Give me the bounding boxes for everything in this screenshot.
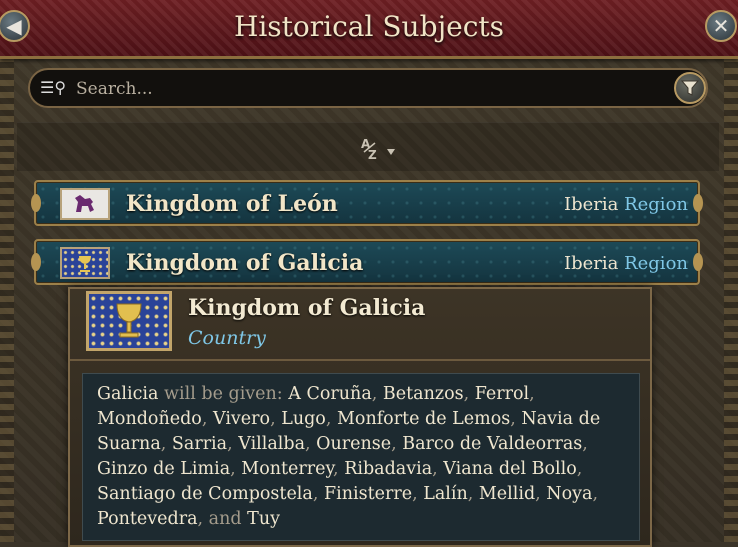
search-bar: ☰⚲ bbox=[28, 68, 708, 108]
separator: , bbox=[463, 384, 475, 404]
place-name: Mellid bbox=[478, 484, 536, 504]
place-name: Villalba bbox=[238, 434, 306, 454]
region-link[interactable]: Region bbox=[624, 194, 688, 215]
region-name: Iberia bbox=[563, 194, 619, 215]
separator: , bbox=[305, 434, 317, 454]
separator: , bbox=[325, 409, 337, 429]
separator: , bbox=[535, 484, 547, 504]
tooltip-title: Kingdom of Galicia bbox=[188, 295, 426, 321]
place-name: Betanzos bbox=[382, 384, 464, 404]
place-name: Ferrol bbox=[474, 384, 530, 404]
place-name: Monforte de Lemos bbox=[336, 409, 511, 429]
place-list: A Coruña, Betanzos, Ferrol, Mondoñedo, V… bbox=[97, 384, 600, 529]
subject-region: Iberia Region bbox=[564, 253, 688, 274]
separator: , bbox=[576, 459, 583, 479]
place-name: Viana del Bollo bbox=[443, 459, 577, 479]
place-name: Noya bbox=[546, 484, 593, 504]
left-border-ornament bbox=[0, 56, 14, 542]
search-input[interactable] bbox=[74, 76, 638, 102]
separator: , bbox=[371, 384, 383, 404]
separator: , bbox=[312, 484, 324, 504]
sort-button[interactable]: A Z bbox=[359, 135, 401, 162]
separator: , bbox=[412, 484, 424, 504]
conjunction-text: and bbox=[208, 509, 242, 529]
separator: , bbox=[227, 434, 239, 454]
place-name: Tuy bbox=[247, 509, 280, 529]
place-name: Ginzo de Limia bbox=[97, 459, 231, 479]
place-name: Monterrey bbox=[241, 459, 334, 479]
sort-bar: A Z bbox=[17, 122, 719, 171]
tooltip-description: Galicia will be given: A Coruña, Betanzo… bbox=[82, 373, 640, 541]
place-name: Sarria bbox=[171, 434, 228, 454]
separator: , bbox=[467, 484, 479, 504]
az-sort-icon: A Z bbox=[361, 137, 395, 162]
place-name: Santiago de Compostela bbox=[97, 484, 313, 504]
separator: , bbox=[270, 409, 282, 429]
svg-text:Z: Z bbox=[368, 148, 377, 161]
leon-flag-icon bbox=[60, 188, 110, 220]
separator: , bbox=[333, 459, 345, 479]
window-title: Historical Subjects bbox=[233, 10, 505, 43]
intro-text: will be given: bbox=[164, 384, 283, 404]
arrow-left-icon: ◀ bbox=[6, 14, 22, 38]
place-name: Mondoñedo bbox=[97, 409, 202, 429]
separator: , bbox=[529, 384, 535, 404]
galicia-flag-icon bbox=[86, 291, 172, 351]
right-border-ornament bbox=[724, 56, 738, 542]
search-icon: ☰⚲ bbox=[40, 78, 67, 97]
separator: , bbox=[230, 459, 242, 479]
funnel-icon bbox=[681, 80, 699, 96]
separator: , bbox=[160, 434, 172, 454]
separator: , bbox=[592, 484, 599, 504]
place-name: Lugo bbox=[281, 409, 326, 429]
separator: , bbox=[582, 434, 588, 454]
subject-row-galicia[interactable]: Kingdom of Galicia Iberia Region bbox=[31, 239, 703, 285]
separator: , bbox=[510, 409, 522, 429]
close-icon: ✕ bbox=[712, 14, 730, 38]
place-name: Vivero bbox=[212, 409, 271, 429]
region-name: Iberia bbox=[563, 253, 619, 274]
window-header: Historical Subjects ◀ ✕ bbox=[0, 0, 738, 59]
separator: , bbox=[197, 509, 209, 529]
place-name: Finisterre bbox=[323, 484, 413, 504]
tooltip-header: Kingdom of Galicia Country bbox=[70, 289, 650, 361]
place-name: Ourense bbox=[316, 434, 392, 454]
subject-tooltip: Kingdom of Galicia Country Galicia will … bbox=[68, 287, 652, 547]
region-link[interactable]: Region bbox=[624, 253, 688, 274]
separator: , bbox=[432, 459, 444, 479]
subject-row-leon[interactable]: Kingdom of León Iberia Region bbox=[31, 180, 703, 226]
separator: , bbox=[391, 434, 403, 454]
separator: , bbox=[201, 409, 213, 429]
place-name: Pontevedra bbox=[97, 509, 198, 529]
tooltip-type: Country bbox=[188, 327, 266, 349]
place-name: Ribadavia bbox=[344, 459, 433, 479]
place-name: A Coruña bbox=[288, 384, 372, 404]
subject-name: Galicia bbox=[97, 384, 159, 404]
subject-region: Iberia Region bbox=[564, 194, 688, 215]
place-name: Barco de Valdeorras bbox=[402, 434, 583, 454]
galicia-flag-icon bbox=[60, 247, 110, 279]
place-name: Lalín bbox=[423, 484, 468, 504]
subject-name: Kingdom of León bbox=[126, 191, 338, 217]
filter-button[interactable] bbox=[674, 72, 706, 104]
subject-name: Kingdom of Galicia bbox=[126, 250, 364, 276]
close-button[interactable]: ✕ bbox=[705, 10, 737, 42]
